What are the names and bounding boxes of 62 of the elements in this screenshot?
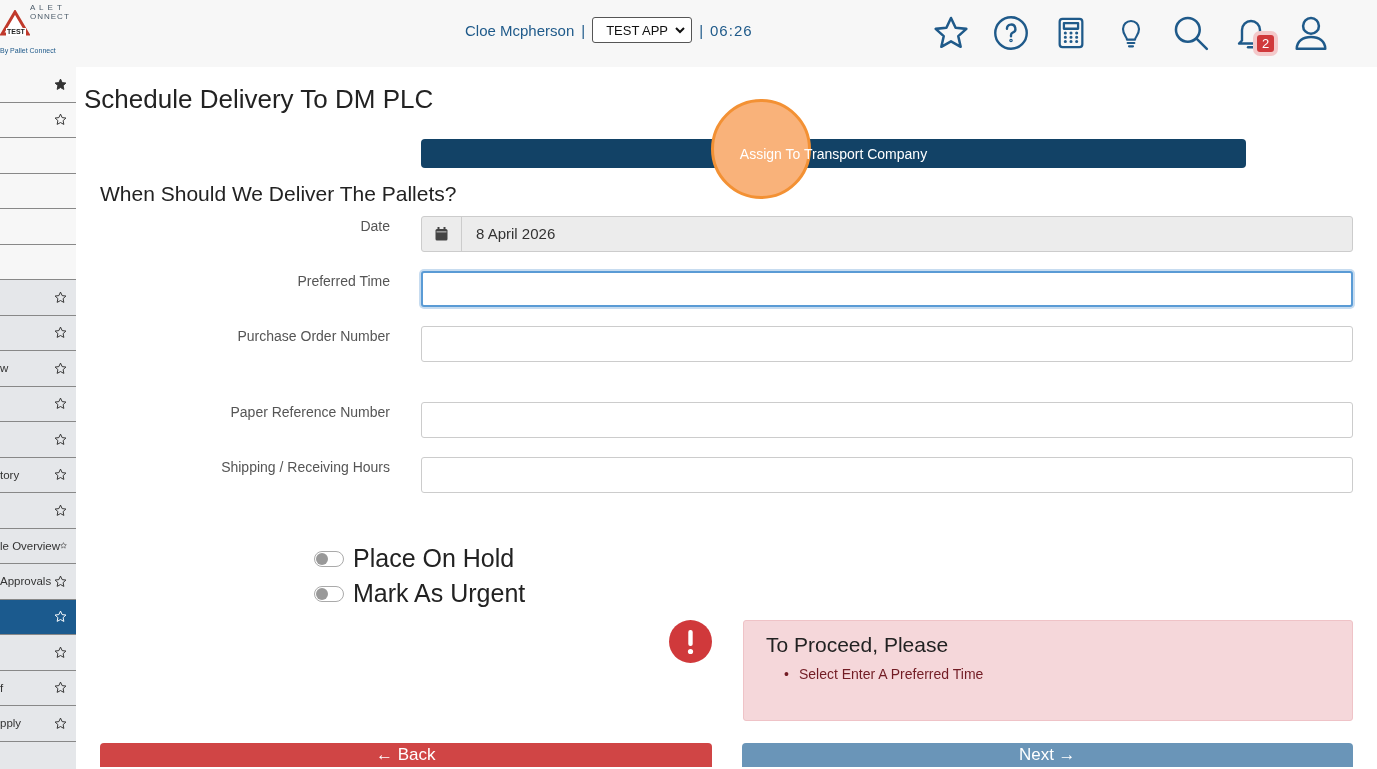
star-icon[interactable] <box>54 468 67 482</box>
sidebar-item[interactable] <box>0 138 76 174</box>
sidebar-label: le Overview <box>0 539 61 552</box>
toggle-switch[interactable] <box>314 550 344 567</box>
star-icon[interactable] <box>54 574 67 588</box>
sidebar-item[interactable]: Approvals <box>0 564 76 600</box>
star-icon[interactable] <box>54 681 67 695</box>
field-label: Preferred Time <box>296 272 391 291</box>
star-icon[interactable] <box>54 432 67 446</box>
star-icon[interactable] <box>54 77 67 91</box>
user-name[interactable]: Cloe Mcpherson <box>465 21 575 39</box>
logo-text: ONNECT <box>30 13 70 21</box>
page-title: Schedule Delivery To DM PLC <box>84 84 435 115</box>
star-icon[interactable] <box>54 326 67 340</box>
section-title: When Should We Deliver The Pallets? <box>100 182 458 206</box>
sidebar-item[interactable] <box>0 67 76 103</box>
star-icon[interactable] <box>54 361 67 375</box>
field-label: Date <box>359 217 391 236</box>
app-select[interactable]: TEST APP <box>592 17 693 43</box>
sidebar-label: pply <box>0 717 22 730</box>
star-icon[interactable] <box>54 645 67 659</box>
sidebar-item[interactable]: le Overview <box>0 528 76 564</box>
separator-text: | <box>581 21 586 39</box>
warning-icon <box>669 620 712 663</box>
sidebar-item[interactable] <box>0 173 76 209</box>
star-icon[interactable] <box>54 290 67 304</box>
clock-time: 06:26 <box>710 21 753 39</box>
separator-text: | <box>699 21 704 39</box>
sidebar-item[interactable]: pply <box>0 706 76 742</box>
sidebar-item[interactable] <box>0 209 76 245</box>
caret-icon <box>675 26 686 34</box>
toggle-switch[interactable] <box>314 585 344 602</box>
sidebar-item[interactable]: w <box>0 351 76 387</box>
date-field[interactable]: 8 April 2026 <box>421 216 1353 252</box>
sidebar-item[interactable] <box>0 244 76 280</box>
star-icon[interactable] <box>54 113 67 127</box>
sidebar-label: Approvals <box>0 575 52 588</box>
sidebar-item[interactable]: f <box>0 670 76 706</box>
sidebar-label: tory <box>0 468 20 481</box>
back-button[interactable]: ← Back <box>100 743 712 767</box>
star-icon[interactable] <box>54 503 67 517</box>
star-icon[interactable] <box>54 716 67 730</box>
field-label: Purchase Order Number <box>236 327 391 346</box>
field-label: Paper Reference Number <box>229 403 391 422</box>
toggle-label: Place On Hold <box>353 544 515 573</box>
logo-text: A L E T <box>30 4 63 12</box>
input-field[interactable] <box>421 457 1353 493</box>
star-icon[interactable] <box>54 397 67 411</box>
help-icon[interactable] <box>991 13 1031 53</box>
sidebar-item[interactable]: tory <box>0 457 76 493</box>
alert-title: To Proceed, Please <box>766 633 950 657</box>
input-field[interactable] <box>421 326 1353 362</box>
field-label: Shipping / Receiving Hours <box>220 458 391 477</box>
toggle-label: Mark As Urgent <box>353 579 526 608</box>
alert-item: Select Enter A Preferred Time <box>798 665 984 683</box>
calendar-icon <box>435 227 448 241</box>
input-field[interactable] <box>421 402 1353 438</box>
sidebar-label: w <box>0 362 9 375</box>
sidebar-label: f <box>0 681 4 694</box>
sidebar-item[interactable] <box>0 741 76 769</box>
bullet-mark: • <box>784 665 789 683</box>
input-field[interactable] <box>421 271 1353 307</box>
